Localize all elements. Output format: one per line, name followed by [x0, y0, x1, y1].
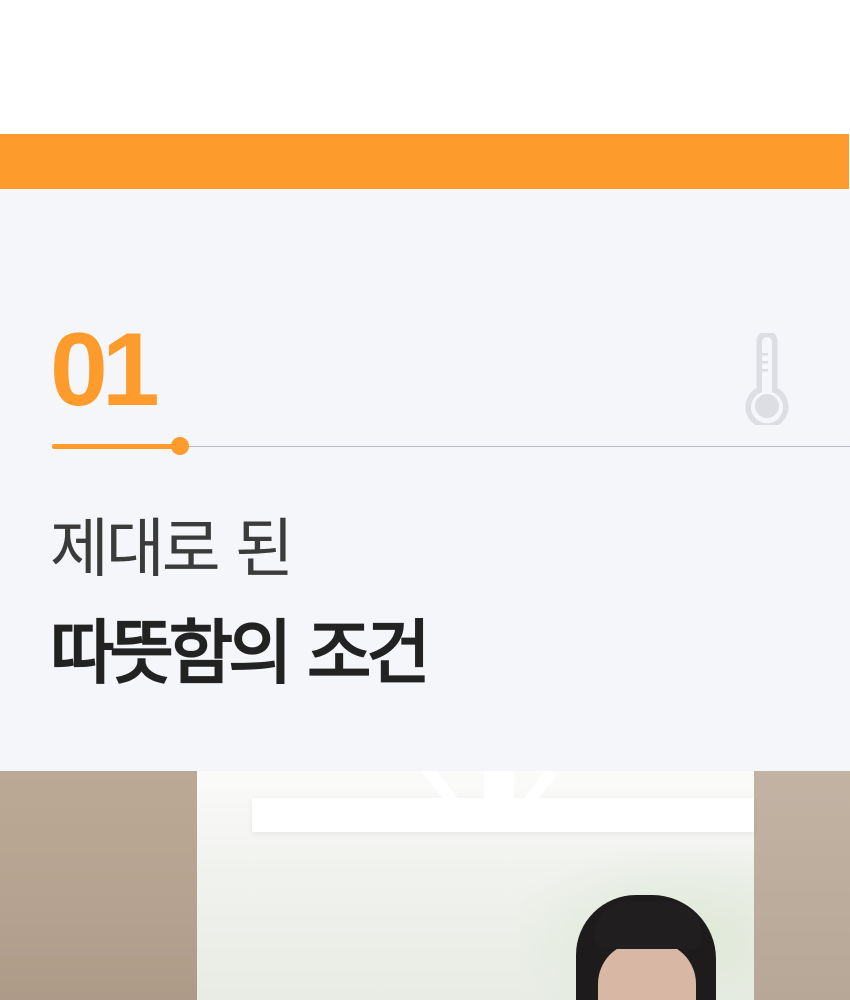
section-subtitle: 제대로 된	[50, 513, 294, 587]
photo-wall-right	[754, 771, 850, 1000]
photo-post	[484, 771, 514, 807]
top-blank-area	[0, 0, 850, 134]
accent-banner	[0, 134, 849, 189]
page: 01 제대로 된 따뜻함의 조건	[0, 0, 850, 1000]
section-number: 01	[50, 312, 160, 428]
divider-dot	[171, 437, 189, 455]
divider-accent	[52, 444, 180, 449]
lifestyle-photo	[0, 771, 850, 1000]
thermometer-icon	[745, 333, 789, 425]
photo-person-bangs	[594, 901, 702, 949]
photo-wall-left	[0, 771, 197, 1000]
section-title: 따뜻함의 조건	[50, 612, 431, 694]
